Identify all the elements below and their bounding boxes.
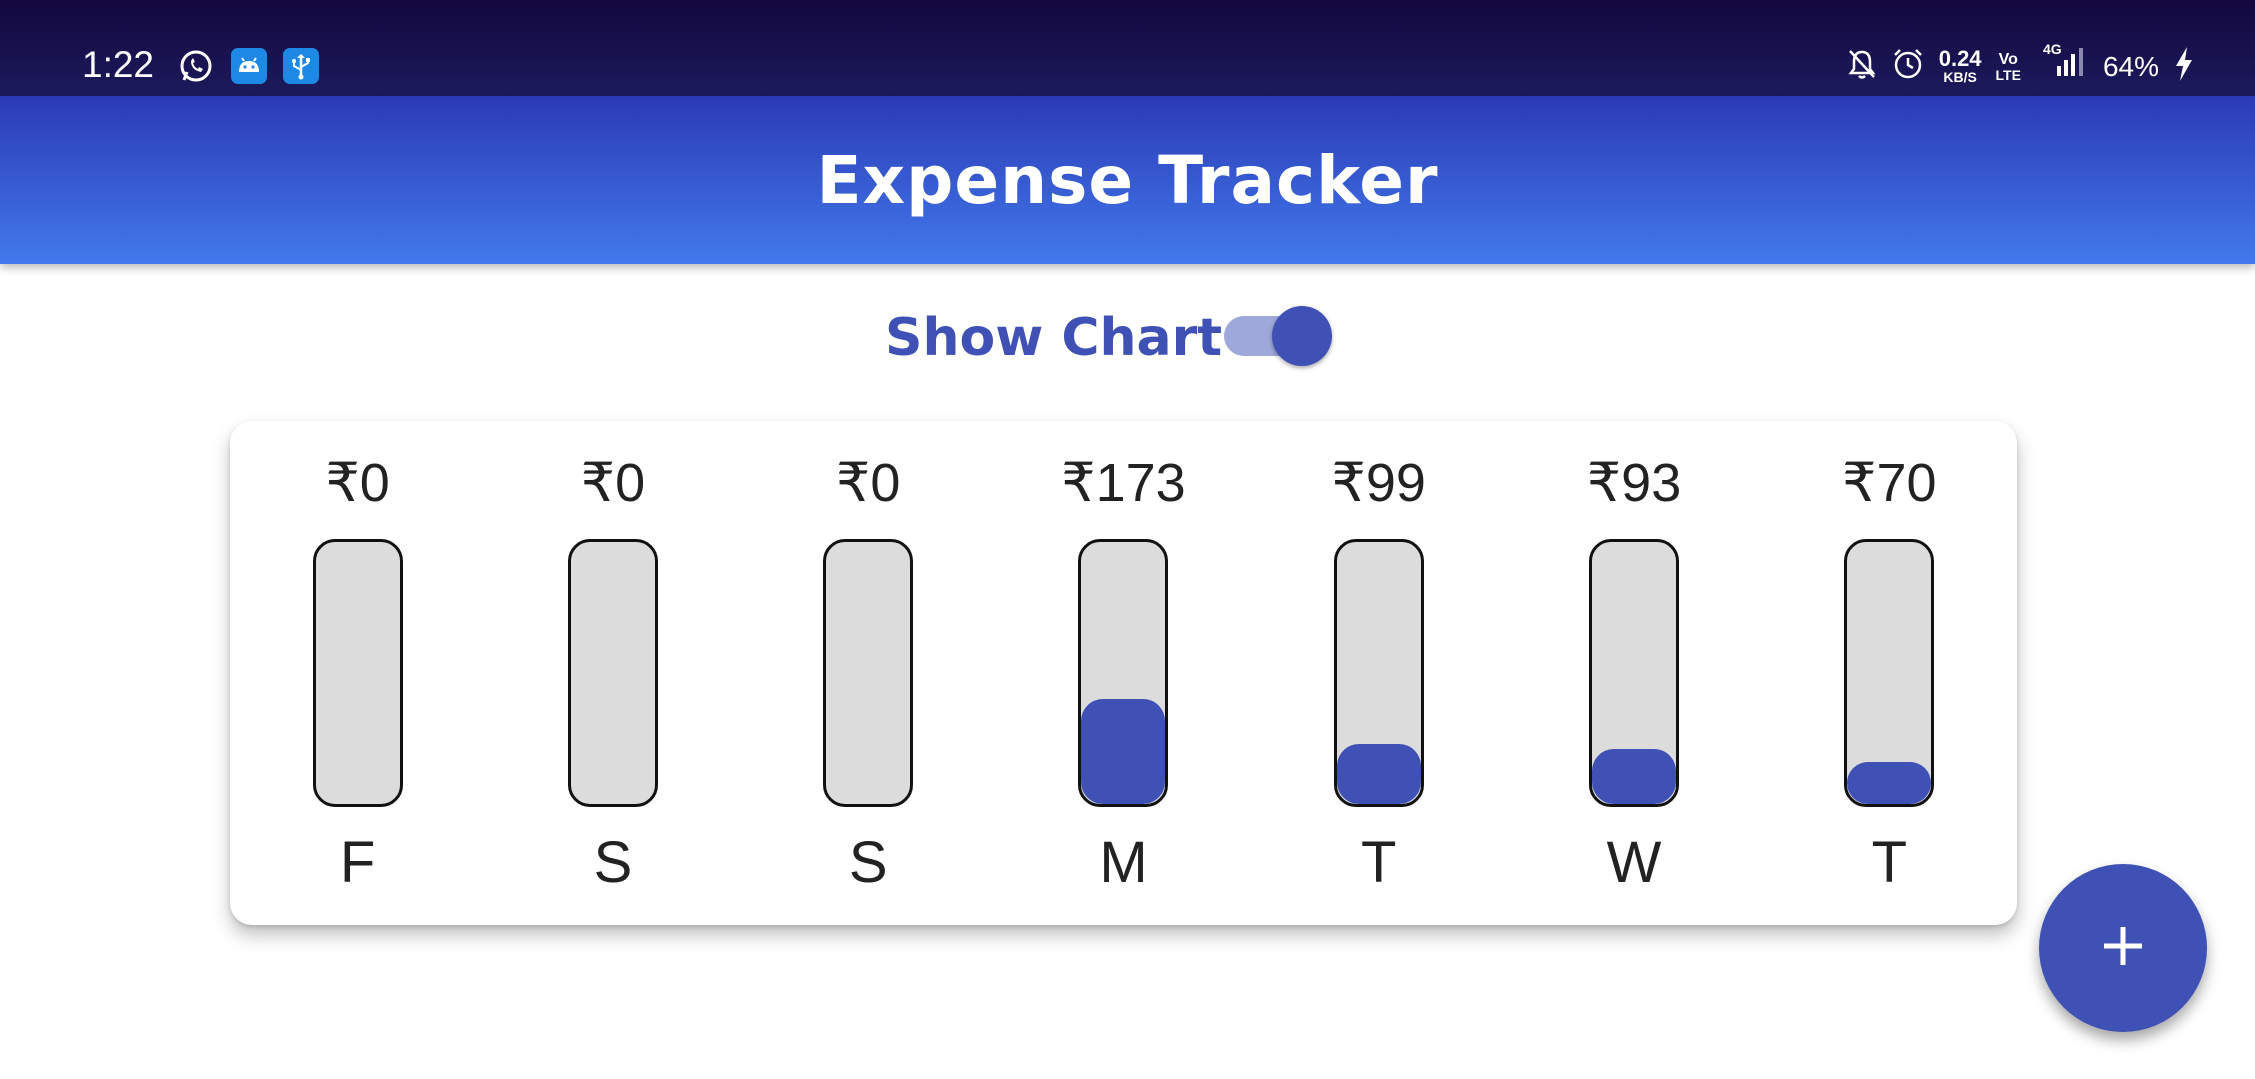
chart-bar-column: ₹0 S: [485, 421, 740, 925]
app-bar: Expense Tracker: [0, 96, 2255, 264]
bar-day-label: S: [593, 830, 633, 895]
chart-bar-column: ₹173 M: [996, 421, 1251, 925]
android-icon: [231, 48, 267, 84]
bar-fill: [1081, 699, 1166, 804]
show-chart-row: Show Chart: [0, 300, 2255, 374]
bar-track: [823, 539, 914, 807]
bar-amount-label: ₹0: [836, 453, 901, 513]
chart-bar-column: ₹93 W: [1506, 421, 1761, 925]
chart-card: ₹0 F ₹0 S ₹0 S ₹173 M ₹99 T ₹93 W ₹70 T: [230, 421, 2017, 925]
bar-fill: [1592, 749, 1677, 804]
charging-icon: [2173, 46, 2195, 87]
bar-track: [1589, 539, 1680, 807]
bar-day-label: T: [1871, 830, 1908, 895]
bar-amount-label: ₹99: [1331, 453, 1426, 513]
bar-amount-label: ₹173: [1061, 453, 1186, 513]
bar-fill: [1847, 762, 1932, 804]
volte-indicator: Vo LTE: [1995, 50, 2021, 83]
chart-bar-column: ₹0 S: [741, 421, 996, 925]
bar-day-label: S: [848, 830, 888, 895]
chart-bars: ₹0 F ₹0 S ₹0 S ₹173 M ₹99 T ₹93 W ₹70 T: [230, 421, 2017, 925]
chart-bar-column: ₹70 T: [1762, 421, 2017, 925]
add-icon: [2098, 921, 2148, 975]
add-transaction-button[interactable]: [2039, 864, 2207, 1032]
chart-bar-column: ₹99 T: [1251, 421, 1506, 925]
battery-percent: 64%: [2102, 50, 2159, 82]
bar-track: [1333, 539, 1424, 807]
bar-day-label: F: [339, 830, 376, 895]
bar-amount-label: ₹93: [1586, 453, 1682, 513]
signal-icon: 4G: [2035, 42, 2089, 87]
bar-day-label: M: [1099, 830, 1148, 895]
switch-thumb: [1272, 306, 1332, 366]
status-time: 1:22: [82, 44, 155, 85]
bar-day-label: W: [1606, 830, 1662, 895]
bar-fill: [1336, 744, 1421, 804]
bar-amount-label: ₹70: [1842, 453, 1937, 513]
bar-amount-label: ₹0: [325, 453, 390, 513]
status-right-group: 0.24 KB/S Vo LTE 4G 64%: [1847, 42, 2195, 87]
bar-track: [1844, 539, 1935, 807]
whatsapp-icon: [178, 48, 214, 84]
bar-track: [312, 539, 403, 807]
app-title: Expense Tracker: [816, 141, 1439, 219]
status-bar: 1:22 0.24 KB/S Vo LTE 4G 64%: [0, 0, 2255, 96]
bar-amount-label: ₹0: [580, 453, 646, 513]
show-chart-label: Show Chart: [885, 308, 1223, 368]
data-speed: 0.24 KB/S: [1938, 46, 1982, 85]
bell-off-icon: [1847, 48, 1877, 85]
chart-bar-column: ₹0 F: [230, 421, 485, 925]
bar-day-label: T: [1361, 830, 1397, 895]
bar-track: [567, 539, 658, 807]
show-chart-switch[interactable]: [1224, 300, 1334, 374]
usb-icon: [283, 48, 319, 84]
bar-track: [1078, 539, 1169, 807]
alarm-icon: [1891, 47, 1925, 86]
